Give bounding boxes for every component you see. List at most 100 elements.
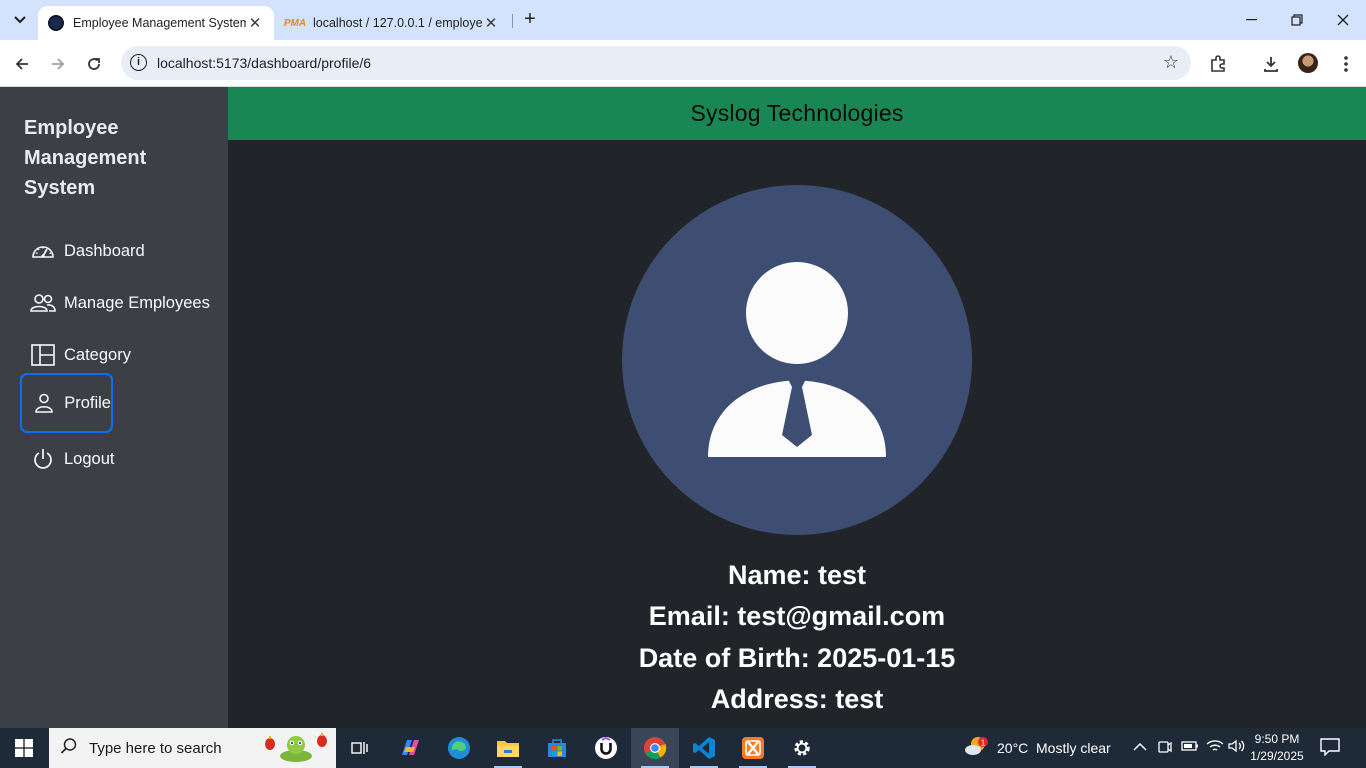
battery-icon[interactable] (1181, 739, 1199, 756)
meet-now-icon[interactable] (1158, 739, 1172, 758)
tab-title: localhost / 127.0.0.1 / employee (313, 16, 482, 30)
sidebar-item-category[interactable]: Category (20, 333, 131, 377)
chrome-app[interactable] (631, 728, 679, 768)
profile-name: Name: test (727, 560, 867, 590)
gear-icon (794, 740, 810, 756)
chrome-menu-button[interactable] (1333, 51, 1359, 77)
minimize-button[interactable] (1228, 4, 1274, 36)
xampp-app[interactable] (729, 728, 777, 768)
microsoft-store-app[interactable] (533, 728, 581, 768)
file-explorer-app[interactable] (484, 728, 532, 768)
close-window-button[interactable] (1320, 4, 1366, 36)
back-button[interactable] (8, 50, 36, 78)
settings-app[interactable] (778, 728, 826, 768)
page-header: Syslog Technologies (228, 87, 1366, 140)
tab-employee-management[interactable]: Employee Management System ✕ (38, 6, 274, 40)
url-text[interactable]: localhost:5173/dashboard/profile/6 (157, 55, 371, 71)
weather-icon[interactable]: 1 (964, 735, 990, 762)
arrow-left-icon (15, 58, 28, 70)
bookmark-star-icon[interactable]: ☆ (1163, 52, 1179, 73)
restore-button[interactable] (1274, 4, 1320, 36)
browser-tab-bar: Employee Management System ✕ PMA localho… (0, 0, 1366, 40)
notifications-button[interactable] (1320, 738, 1346, 758)
show-hidden-icons-button[interactable] (1133, 739, 1147, 755)
folder-icon (497, 741, 519, 757)
profile-address: Address: test (710, 684, 884, 714)
edge-icon (448, 737, 470, 759)
columns-icon (30, 342, 56, 368)
people-icon (30, 290, 56, 316)
person-icon (32, 390, 56, 416)
puzzle-icon (1211, 55, 1225, 72)
chevron-down-icon (14, 16, 26, 24)
browser-toolbar: i localhost:5173/dashboard/profile/6 ☆ (0, 40, 1366, 87)
close-icon[interactable]: ✕ (482, 14, 500, 32)
reload-button[interactable] (80, 50, 108, 78)
tab-title: Employee Management System (73, 16, 246, 30)
task-view-button[interactable] (336, 728, 384, 768)
profile-dob: Date of Birth: 2025-01-15 (638, 643, 956, 673)
store-icon (548, 739, 566, 757)
copilot-icon (402, 740, 419, 755)
copilot-app[interactable] (386, 728, 434, 768)
chevron-up-icon (1133, 742, 1147, 751)
site-info-icon[interactable]: i (130, 54, 147, 71)
sidebar-item-manage-employees[interactable]: Manage Employees (20, 281, 210, 325)
start-button[interactable] (0, 728, 48, 768)
notification-icon (1320, 738, 1340, 757)
restore-icon (1291, 14, 1303, 26)
edge-app[interactable] (435, 728, 483, 768)
arrow-right-icon (52, 58, 65, 70)
search-highlight-snake-icon (265, 733, 327, 762)
sidebar-item-label: Manage Employees (64, 293, 210, 312)
power-icon (30, 446, 56, 472)
user-avatar-icon (708, 262, 886, 457)
tab-phpmyadmin[interactable]: PMA localhost / 127.0.0.1 / employee ✕ (276, 6, 510, 40)
profile-email: Email: test@gmail.com (648, 601, 946, 631)
tab-search-menu-button[interactable] (6, 6, 34, 34)
sidebar: Employee Management System Dashboard Man… (0, 87, 228, 728)
sidebar-item-dashboard[interactable]: Dashboard (20, 229, 145, 273)
reload-icon (88, 58, 100, 70)
extensions-button[interactable] (1205, 51, 1231, 77)
u-circle-icon (595, 737, 617, 759)
brand-line: Employee (24, 117, 119, 139)
more-vert-icon (1344, 56, 1348, 72)
app-favicon-icon (48, 15, 64, 31)
chrome-icon (644, 737, 667, 759)
forward-button[interactable] (44, 50, 72, 78)
windows-taskbar: Type here to search 1 20°C Mostly clear … (0, 728, 1366, 768)
address-bar[interactable]: i localhost:5173/dashboard/profile/6 ☆ (121, 46, 1191, 80)
task-view-icon (351, 742, 368, 754)
sidebar-item-label: Category (64, 345, 131, 364)
sidebar-item-label: Profile (64, 393, 111, 412)
volume-icon[interactable] (1228, 739, 1246, 756)
sidebar-item-logout[interactable]: Logout (20, 437, 114, 481)
vscode-app[interactable] (680, 728, 728, 768)
download-icon (1264, 57, 1278, 72)
speedometer-icon (30, 238, 56, 264)
brand-line: Management (24, 147, 147, 169)
weather-badge: 1 (981, 739, 986, 748)
xampp-icon (742, 737, 764, 759)
new-tab-button[interactable]: + (518, 8, 542, 32)
app-brand[interactable]: Employee Management System (24, 113, 204, 203)
profile-content: Name: test Email: test@gmail.com Date of… (228, 140, 1366, 728)
downloads-button[interactable] (1258, 51, 1284, 77)
wifi-icon[interactable] (1206, 739, 1224, 756)
search-placeholder: Type here to search (89, 739, 222, 757)
weather-temp[interactable]: 20°C (997, 728, 1028, 768)
close-icon (1337, 14, 1349, 26)
search-icon (49, 737, 89, 760)
taskbar-search[interactable]: Type here to search (49, 728, 336, 768)
udemy-app[interactable] (582, 728, 630, 768)
profile-picture (622, 185, 972, 535)
taskbar-clock[interactable]: 9:50 PM 1/29/2025 (1246, 731, 1308, 765)
weather-status[interactable]: Mostly clear (1036, 728, 1111, 768)
sidebar-item-label: Logout (64, 449, 115, 468)
tab-divider (512, 14, 513, 28)
close-icon[interactable]: ✕ (246, 14, 264, 32)
sidebar-item-profile[interactable]: Profile (20, 373, 113, 433)
profile-avatar[interactable] (1298, 53, 1318, 73)
brand-line: System (24, 177, 96, 199)
